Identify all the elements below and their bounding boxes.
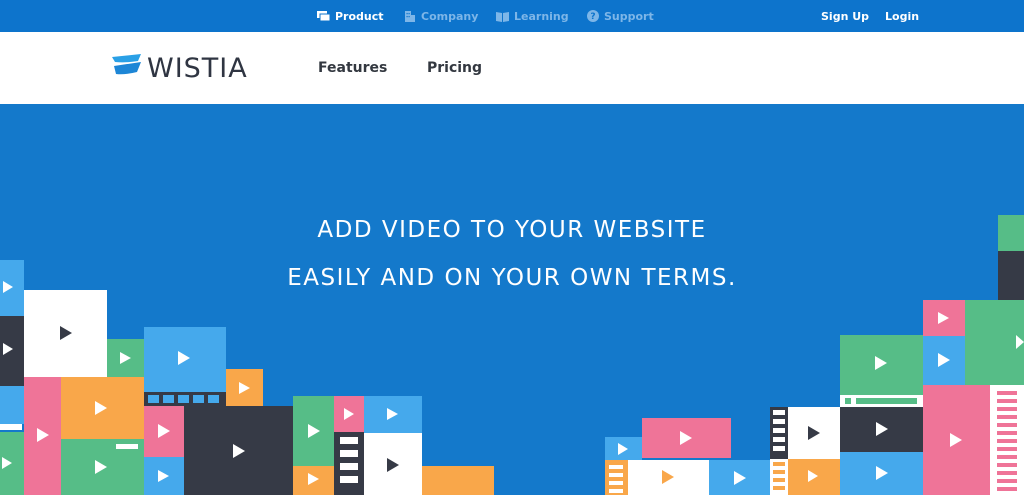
hero-section: ADD VIDEO TO YOUR WEBSITE EASILY AND ON … [0,104,1024,495]
login-link[interactable]: Login [885,0,919,32]
top-nav-company[interactable]: Company [403,0,478,32]
book-icon [496,10,509,23]
left-tile-cluster [0,260,494,495]
top-nav-company-label: Company [421,9,479,23]
wistia-logo-text: WISTIA [147,52,248,84]
top-nav-product-label: Product [335,9,384,23]
nav-features[interactable]: Features [318,32,387,104]
wistia-logo-icon [112,54,142,82]
product-icon [317,10,330,23]
building-icon [403,10,416,23]
login-label: Login [885,9,920,23]
main-header: WISTIA Features Pricing [0,32,1024,104]
svg-text:?: ? [590,12,595,22]
top-nav: Product Company Learning ? Support Sign … [0,0,1024,32]
top-nav-learning-label: Learning [514,9,569,23]
sign-up-label: Sign Up [821,9,870,23]
top-nav-product[interactable]: Product [317,0,384,32]
help-icon: ? [586,10,599,23]
top-utility-bar: Product Company Learning ? Support Sign … [0,0,1024,32]
top-nav-support-label: Support [604,9,654,23]
wistia-logo[interactable]: WISTIA [112,54,248,82]
video-tiles-illustration [0,215,1024,495]
top-nav-learning[interactable]: Learning [496,0,569,32]
top-nav-support[interactable]: ? Support [586,0,654,32]
nav-pricing[interactable]: Pricing [427,32,482,104]
sign-up-link[interactable]: Sign Up [821,0,869,32]
right-tile-cluster [605,215,1024,495]
